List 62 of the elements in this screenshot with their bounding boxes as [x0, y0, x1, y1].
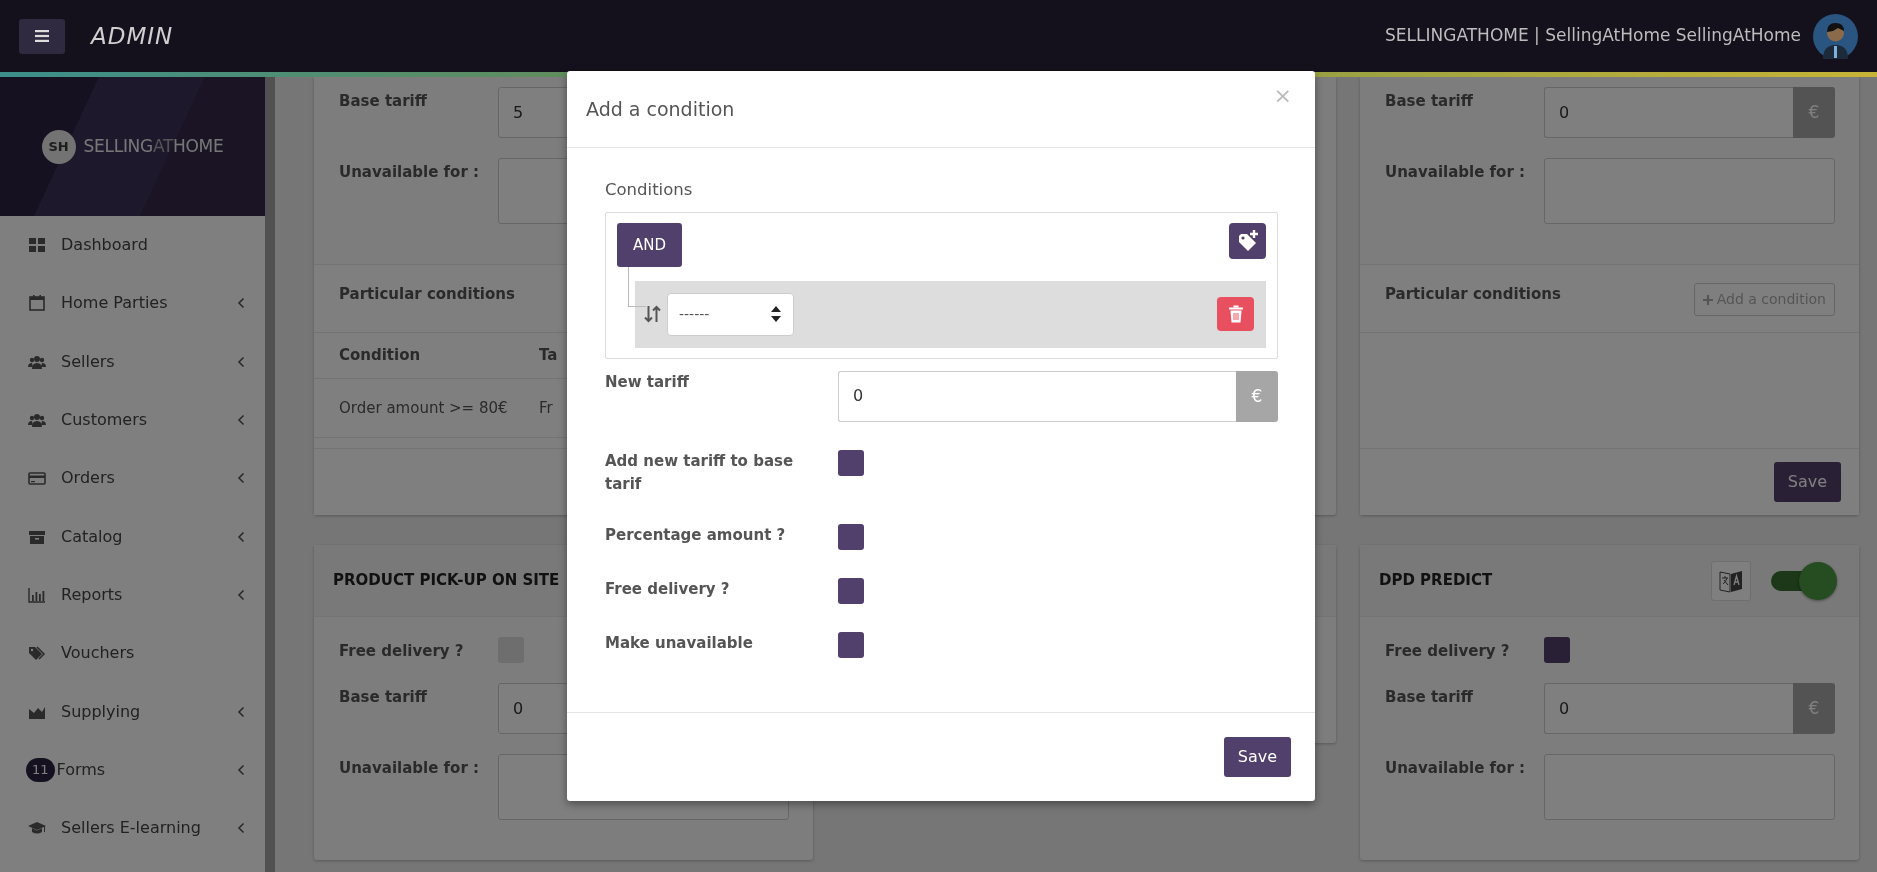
user-name[interactable]: SELLINGATHOME | SellingAtHome SellingAtHome — [1385, 23, 1801, 49]
table-cell: Order amount >= 80€ — [314, 378, 514, 438]
operator-button[interactable]: AND — [617, 222, 682, 267]
field-label: Free delivery ? — [1385, 641, 1511, 662]
amount-field[interactable]: 0 — [1544, 87, 1793, 138]
toggle-switch[interactable] — [1769, 561, 1837, 600]
tag-plus-icon — [1236, 229, 1259, 252]
field-label: Free delivery ? — [605, 579, 731, 601]
checkbox[interactable] — [838, 449, 864, 476]
translate-button[interactable] — [1711, 560, 1751, 601]
logo-mark: SH — [41, 129, 76, 164]
menu-button[interactable] — [19, 18, 65, 54]
save-button[interactable]: Save — [1223, 737, 1291, 777]
plus-icon — [1702, 294, 1713, 305]
tags-icon — [28, 644, 46, 663]
field-label: Unavailable for : — [1385, 758, 1526, 779]
currency-addon: € — [1236, 370, 1278, 422]
dashboard-icon — [28, 236, 46, 255]
logo-text: SELLINGATHOME — [83, 134, 224, 158]
field-label: Unavailable for : — [339, 758, 480, 779]
save-button[interactable]: Save — [1773, 462, 1841, 502]
amount-field[interactable]: 0 — [1544, 683, 1793, 734]
field-label: Percentage amount ? — [605, 525, 787, 547]
menu-icon — [35, 30, 49, 42]
checkbox[interactable] — [838, 632, 864, 659]
card-title: DPD PREDICT — [1379, 570, 1493, 592]
section-title: Particular conditions — [339, 284, 515, 305]
text-area-field[interactable] — [1544, 754, 1835, 820]
calendar-icon — [28, 294, 46, 313]
field-label: Free delivery ? — [339, 641, 465, 662]
currency-addon: € — [1793, 683, 1835, 734]
checkbox[interactable] — [1544, 637, 1570, 663]
currency-addon: € — [1793, 87, 1835, 138]
field-select[interactable]: ------ — [667, 292, 794, 336]
section-label: Conditions — [605, 179, 694, 201]
field-label: Base tariff — [1385, 687, 1474, 708]
text-area-field[interactable] — [1544, 158, 1835, 224]
bar-chart-icon — [28, 585, 46, 604]
trash-icon — [1227, 305, 1244, 324]
card-title: PRODUCT PICK-UP ON SITE — [333, 570, 560, 592]
field-label: Base tariff — [1385, 91, 1474, 112]
add-rule-button[interactable] — [1229, 222, 1266, 259]
dialog-title: Add a condition — [586, 96, 735, 122]
avatar-icon — [1813, 13, 1858, 59]
credit-card-icon — [28, 469, 46, 488]
users-icon — [28, 411, 46, 430]
checkbox[interactable] — [838, 524, 864, 551]
count-badge: 11 — [26, 758, 55, 782]
field-label: Unavailable for : — [339, 162, 480, 183]
section-title: Particular conditions — [1385, 284, 1561, 305]
amount-field[interactable]: 0 — [838, 370, 1236, 422]
delete-button[interactable] — [1217, 297, 1254, 332]
field-label: Unavailable for : — [1385, 162, 1526, 183]
column-header: Condition — [314, 333, 514, 379]
field-label: Base tariff — [339, 91, 428, 112]
field-label: Add new tariff to base tarif — [605, 450, 795, 495]
brand-logo[interactable]: ADMIN — [91, 18, 174, 54]
checkbox[interactable] — [838, 578, 864, 605]
field-label: Base tariff — [339, 687, 428, 708]
sort-icon — [644, 305, 661, 324]
field-label: Make unavailable — [605, 633, 754, 655]
caret-icon — [770, 305, 782, 324]
